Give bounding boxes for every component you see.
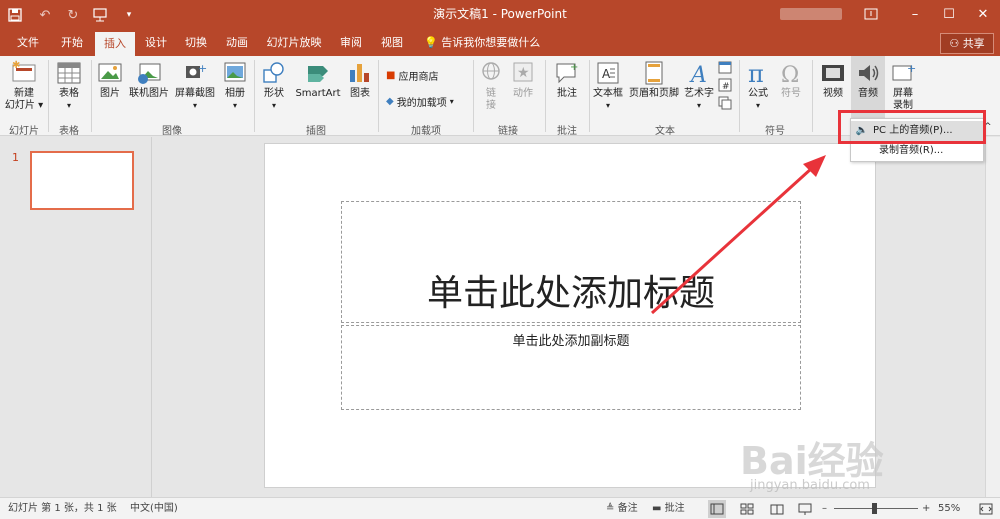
slide-sorter-icon [740,503,754,515]
status-bar: 幻灯片 第 1 张，共 1 张 中文(中国) ≜ 备注 ▬ 批注 – + 55% [0,497,1000,519]
zoom-level[interactable]: 55% [938,498,960,519]
record-audio-label: 录制音频(R)... [879,145,944,156]
reading-view-icon [770,504,784,515]
fit-window-icon [979,503,993,515]
fit-to-window-button[interactable] [978,501,994,519]
zoom-out-button[interactable]: – [822,498,827,519]
comments-label: 批注 [664,503,685,514]
comments-button[interactable]: ▬ 批注 [652,498,685,519]
slide-sorter-button[interactable] [738,500,756,519]
slideshow-icon [798,503,812,515]
language-indicator[interactable]: 中文(中国) [130,498,178,519]
zoom-slider-thumb[interactable] [872,503,877,514]
notes-label: 备注 [617,503,638,514]
zoom-in-button[interactable]: + [922,498,930,519]
notes-icon: ≜ [606,503,615,514]
normal-view-icon [710,503,724,515]
normal-view-button[interactable] [708,500,726,518]
record-audio-item[interactable]: 录制音频(R)... [851,141,983,161]
slideshow-button[interactable] [796,500,814,519]
notes-button[interactable]: ≜ 备注 [606,498,638,519]
annotation-arrow [650,155,826,315]
comments-icon: ▬ [652,503,662,514]
slide-info: 幻灯片 第 1 张，共 1 张 [8,503,117,514]
annotation-highlight-box [838,110,986,144]
reading-view-button[interactable] [768,500,786,519]
